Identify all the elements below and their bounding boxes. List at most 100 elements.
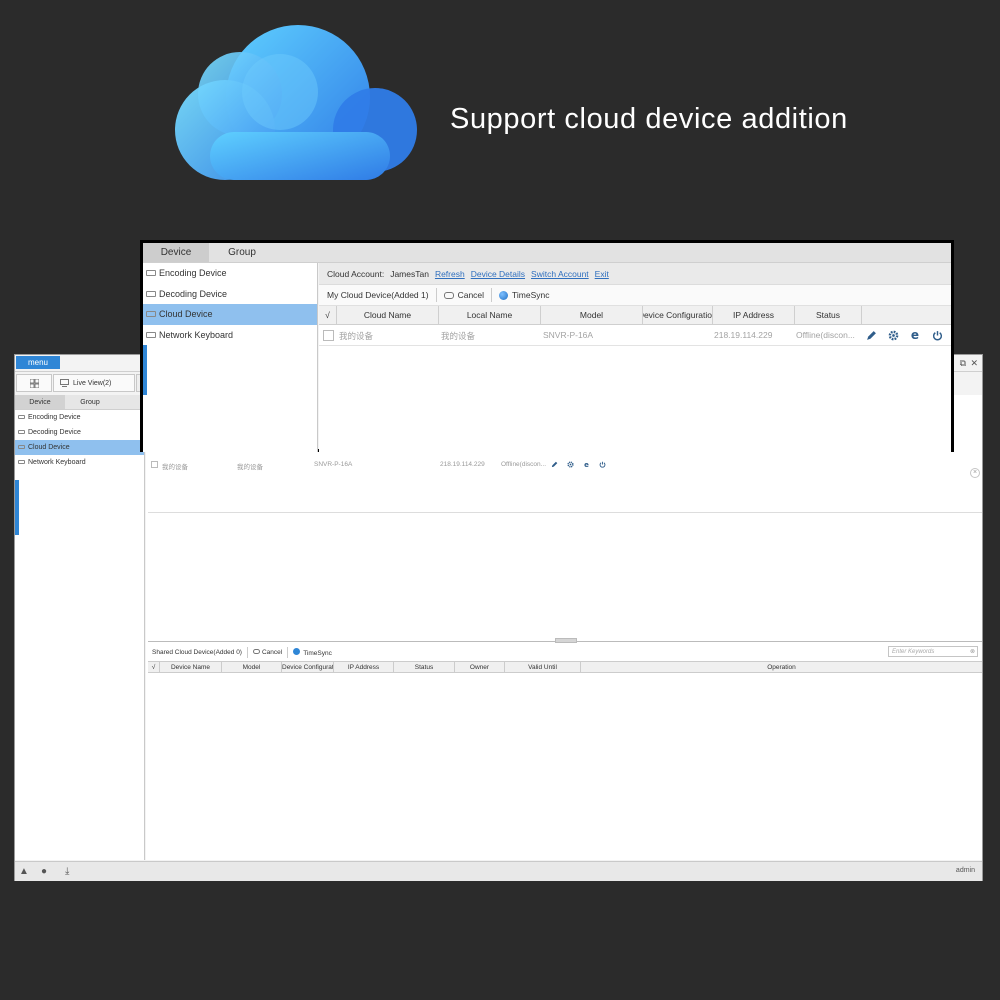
- column-header-owner[interactable]: Owner: [455, 662, 505, 672]
- ip-cell: 218.19.114.229: [714, 330, 773, 340]
- sidebar-item-label: Decoding Device: [159, 288, 228, 299]
- search-placeholder: Enter Keywords: [892, 649, 935, 655]
- browser-icon[interactable]: e: [908, 328, 922, 342]
- column-header-device-config[interactable]: Device Configuratio: [282, 662, 334, 672]
- device-icon: [146, 311, 156, 317]
- device-icon: [18, 460, 25, 464]
- edit-icon[interactable]: [551, 461, 558, 468]
- sidebar-item-network-keyboard[interactable]: Network Keyboard: [15, 455, 144, 470]
- sidebar: Device Group Encoding Device Decoding De…: [15, 395, 145, 860]
- local-name-cell: 我的设备: [441, 331, 476, 341]
- sidebar-item-label: Encoding Device: [28, 414, 81, 421]
- sidebar-item-label: Encoding Device: [159, 268, 227, 278]
- column-header-status[interactable]: Status: [394, 662, 455, 672]
- gear-icon[interactable]: [567, 461, 574, 468]
- row-checkbox[interactable]: [323, 330, 334, 341]
- main-panel: × 我的设备 我的设备 SNVR-P-16A 218.19.114.229 Of…: [146, 395, 982, 860]
- sidebar-item-network-keyboard[interactable]: Network Keyboard: [143, 325, 317, 346]
- gear-icon[interactable]: [886, 328, 900, 342]
- sidebar: Encoding Device Decoding Device Cloud De…: [143, 263, 318, 452]
- home-button[interactable]: [16, 374, 52, 392]
- cloud-name-cell: 我的设备: [162, 464, 188, 471]
- sidebar-item-decoding-device[interactable]: Decoding Device: [143, 284, 317, 305]
- column-header-check[interactable]: √: [319, 306, 337, 324]
- cloud-icon: [175, 25, 417, 180]
- tab-group[interactable]: Group: [209, 243, 275, 262]
- status-bar: ▲ ● ⤓ admin: [15, 861, 982, 881]
- shared-title: Shared Cloud Device(Added 0): [152, 648, 242, 656]
- exit-link[interactable]: Exit: [595, 269, 609, 279]
- sync-icon: [293, 647, 301, 655]
- button-label: Cancel: [261, 648, 283, 656]
- device-icon: [18, 415, 25, 419]
- button-label: Cancel: [457, 290, 485, 300]
- svg-text:e: e: [584, 461, 589, 468]
- shared-timesync-button[interactable]: TimeSync: [293, 647, 332, 657]
- sidebar-item-cloud-device[interactable]: Cloud Device: [143, 304, 317, 325]
- tab-group[interactable]: Group: [65, 395, 115, 409]
- timesync-button[interactable]: TimeSync: [499, 290, 550, 300]
- power-icon[interactable]: [599, 461, 606, 468]
- column-header-device-name[interactable]: Device Name: [160, 662, 222, 672]
- browser-icon[interactable]: e: [583, 461, 590, 468]
- sidebar-item-decoding-device[interactable]: Decoding Device: [15, 425, 144, 440]
- shared-cancel-button[interactable]: Cancel: [252, 648, 283, 656]
- column-header-model[interactable]: Model: [222, 662, 282, 672]
- tab-label: Live View(2): [73, 379, 112, 387]
- splitter-handle[interactable]: [555, 638, 577, 643]
- chat-icon[interactable]: ●: [41, 866, 47, 877]
- column-header-valid-until[interactable]: Valid Until: [505, 662, 581, 672]
- column-header-device-config[interactable]: Device Configuratio: [643, 306, 713, 324]
- row-checkbox[interactable]: [151, 461, 158, 468]
- refresh-link[interactable]: Refresh: [435, 269, 465, 279]
- warning-icon[interactable]: ▲: [19, 866, 29, 877]
- cancel-button[interactable]: Cancel: [443, 290, 485, 300]
- device-icon: [146, 270, 156, 276]
- device-toolbar: My Cloud Device(Added 1) Cancel TimeSync: [319, 285, 951, 306]
- column-header-check[interactable]: √: [148, 662, 160, 672]
- model-cell: SNVR-P-16A: [314, 461, 353, 468]
- account-name: JamesTan: [390, 268, 429, 279]
- tab-live-view[interactable]: Live View(2): [53, 374, 135, 392]
- table-row[interactable]: 我的设备 我的设备 SNVR-P-16A 218.19.114.229 Offl…: [148, 460, 982, 471]
- column-header-cloud-name[interactable]: Cloud Name: [337, 306, 439, 324]
- cancel-icon: [443, 291, 454, 299]
- close-icon[interactable]: ✕: [970, 358, 978, 369]
- shared-table-header: √ Device Name Model Device Configuratio …: [148, 661, 982, 673]
- sidebar-item-encoding-device[interactable]: Encoding Device: [143, 263, 317, 284]
- tab-device[interactable]: Device: [15, 395, 65, 409]
- switch-account-link[interactable]: Switch Account: [531, 269, 589, 279]
- tab-device[interactable]: Device: [143, 243, 209, 262]
- menu-button[interactable]: menu: [16, 356, 60, 369]
- toolbar-title: My Cloud Device(Added 1): [327, 290, 429, 300]
- column-header-model[interactable]: Model: [541, 306, 643, 324]
- power-icon[interactable]: [930, 328, 944, 342]
- model-cell: SNVR-P-16A: [543, 330, 594, 340]
- clear-search-icon[interactable]: ⊗: [970, 647, 975, 657]
- restore-icon[interactable]: ⧉: [960, 358, 966, 369]
- column-header-local-name[interactable]: Local Name: [439, 306, 541, 324]
- column-header-ip-address[interactable]: IP Address: [713, 306, 795, 324]
- column-header-ip-address[interactable]: IP Address: [334, 662, 394, 672]
- sidebar-item-label: Network Keyboard: [159, 329, 234, 340]
- sidebar-item-label: Network Keyboard: [28, 459, 86, 466]
- download-icon[interactable]: ⤓: [65, 866, 69, 877]
- current-user: admin: [955, 867, 975, 874]
- status-cell: Offline(discon...: [501, 461, 547, 468]
- shared-toolbar: Shared Cloud Device(Added 0) Cancel Time…: [148, 645, 982, 659]
- search-input[interactable]: Enter Keywords ⊗: [888, 646, 978, 657]
- sidebar-item-encoding-device[interactable]: Encoding Device: [15, 410, 144, 425]
- button-label: TimeSync: [512, 290, 550, 300]
- column-header-operation[interactable]: Operation: [581, 662, 982, 672]
- device-icon: [18, 445, 25, 449]
- table-row[interactable]: 我的设备 我的设备 SNVR-P-16A 218.19.114.229 Offl…: [319, 325, 951, 346]
- divider: [148, 512, 982, 513]
- column-header-status[interactable]: Status: [795, 306, 862, 324]
- main-panel: Cloud Account: JamesTan Refresh Device D…: [319, 263, 951, 452]
- device-details-link[interactable]: Device Details: [471, 269, 525, 279]
- sync-icon: [499, 290, 509, 300]
- sidebar-item-cloud-device[interactable]: Cloud Device: [15, 440, 144, 455]
- status-cell: Offline(discon...: [796, 330, 855, 340]
- column-header-operation: [862, 306, 951, 324]
- edit-icon[interactable]: [864, 328, 878, 342]
